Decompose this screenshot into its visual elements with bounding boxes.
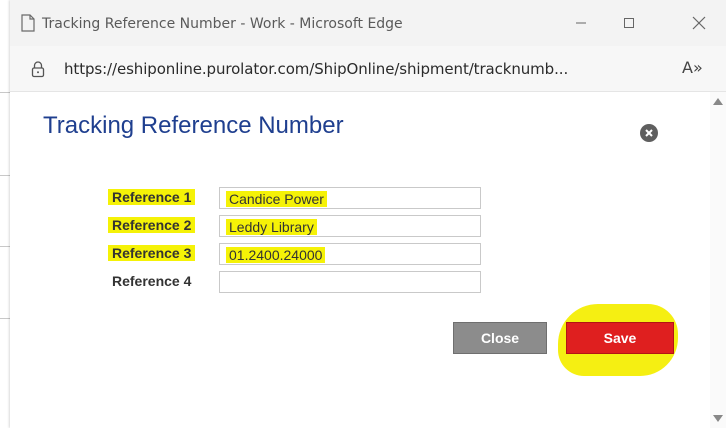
- lock-icon[interactable]: [30, 60, 46, 78]
- page-icon: [21, 14, 35, 32]
- edge-popup-window: Tracking Reference Number - Work - Micro…: [10, 0, 726, 428]
- reference-3-input[interactable]: 01.2400.24000: [219, 243, 481, 265]
- reference-4-input[interactable]: [219, 271, 481, 293]
- maximize-icon: [624, 18, 634, 28]
- save-button[interactable]: Save: [566, 322, 674, 354]
- close-window-icon: [692, 16, 706, 30]
- address-bar[interactable]: https://eshiponline.purolator.com/ShipOn…: [10, 46, 726, 92]
- close-window-button[interactable]: [676, 8, 722, 38]
- close-button[interactable]: Close: [453, 322, 547, 354]
- dialog-title: Tracking Reference Number: [43, 112, 344, 139]
- title-bar: Tracking Reference Number - Work - Micro…: [10, 0, 726, 46]
- read-aloud-icon[interactable]: A»: [682, 58, 703, 77]
- minimize-icon: [576, 22, 586, 24]
- reference-4-label: Reference 4: [112, 273, 192, 289]
- minimize-button[interactable]: [558, 8, 604, 38]
- scroll-down-arrow-icon[interactable]: [713, 415, 723, 422]
- close-circle-icon[interactable]: [640, 124, 658, 142]
- vertical-scrollbar[interactable]: [710, 92, 726, 428]
- reference-1-input[interactable]: Candice Power: [219, 187, 481, 209]
- reference-2-input[interactable]: Leddy Library: [219, 215, 481, 237]
- reference-2-value: Leddy Library: [226, 219, 317, 235]
- window-title: Tracking Reference Number - Work - Micro…: [42, 16, 403, 32]
- maximize-button[interactable]: [606, 8, 652, 38]
- url-text[interactable]: https://eshiponline.purolator.com/ShipOn…: [64, 60, 568, 78]
- scroll-up-arrow-icon[interactable]: [713, 98, 723, 105]
- close-x-icon: [645, 129, 653, 137]
- reference-1-value: Candice Power: [226, 191, 327, 207]
- reference-2-label: Reference 2: [108, 217, 196, 233]
- dialog-content: Tracking Reference Number Reference 1 Ca…: [10, 92, 726, 428]
- reference-3-label: Reference 3: [108, 245, 196, 261]
- reference-1-label: Reference 1: [108, 189, 196, 205]
- reference-3-value: 01.2400.24000: [226, 247, 326, 263]
